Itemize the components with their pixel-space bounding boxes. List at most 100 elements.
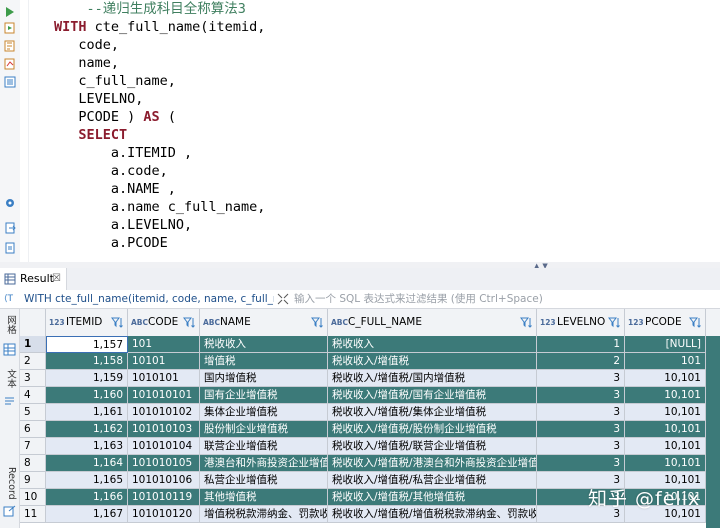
run-script-icon[interactable] [4,22,16,34]
record-view-icon[interactable] [3,505,16,518]
cell-itemid[interactable]: 1,162 [46,421,128,438]
load-plan-icon[interactable] [4,76,16,88]
side-tab-record[interactable]: Record [2,467,17,500]
cell-name[interactable]: 国有企业增值税 [200,387,328,404]
row-number[interactable]: 4 [20,387,46,404]
cell-full[interactable]: 税收收入/增值税/国有企业增值税 [328,387,537,404]
cell-level[interactable]: 3 [537,370,625,387]
row-number[interactable]: 9 [20,472,46,489]
cell-itemid[interactable]: 1,167 [46,506,128,523]
cell-name[interactable]: 其他增值税 [200,489,328,506]
cell-level[interactable]: 3 [537,404,625,421]
cell-pcode[interactable]: 10,101 [625,455,706,472]
cell-level[interactable]: 1 [537,336,625,353]
filter-sort-icon[interactable] [311,316,324,329]
cell-pcode[interactable]: 10,101 [625,438,706,455]
settings-gear-icon[interactable] [4,197,16,209]
column-header-name[interactable]: ABC NAME [200,309,328,336]
cell-itemid[interactable]: 1,165 [46,472,128,489]
cell-pcode[interactable]: [NULL] [625,336,706,353]
document-icon[interactable] [4,242,16,254]
cell-code[interactable]: 101010102 [128,404,200,421]
expand-filter-icon[interactable] [277,293,289,305]
cell-level[interactable]: 3 [537,387,625,404]
table-row[interactable]: 1 1,157 101 税收收入 税收收入 1 [NULL] [20,336,720,353]
row-number[interactable]: 1 [20,336,46,353]
cell-level[interactable]: 2 [537,353,625,370]
grid-scroll-area[interactable] [706,336,720,528]
cell-itemid[interactable]: 1,164 [46,455,128,472]
cell-pcode[interactable]: 10,101 [625,404,706,421]
text-view-icon[interactable] [3,395,16,408]
cell-full[interactable]: 税收收入/增值税/联营企业增值税 [328,438,537,455]
cell-name[interactable]: 私营企业增值税 [200,472,328,489]
cell-full[interactable]: 税收收入/增值税/私营企业增值税 [328,472,537,489]
column-header-itemid[interactable]: 123 ITEMID [46,309,128,336]
cell-code[interactable]: 101010106 [128,472,200,489]
cell-itemid[interactable]: 1,159 [46,370,128,387]
cell-code[interactable]: 101010104 [128,438,200,455]
tab-result[interactable]: Result ☒ [0,268,67,290]
cell-name[interactable]: 税收收入 [200,336,328,353]
row-number[interactable]: 7 [20,438,46,455]
export-icon[interactable] [4,222,16,234]
cell-level[interactable]: 3 [537,438,625,455]
cell-code[interactable]: 1010101 [128,370,200,387]
cell-full[interactable]: 税收收入/增值税/国内增值税 [328,370,537,387]
filter-sort-icon[interactable] [608,316,621,329]
cell-full[interactable]: 税收收入/增值税 [328,353,537,370]
cell-itemid[interactable]: 1,163 [46,438,128,455]
column-header-code[interactable]: ABC CODE [128,309,200,336]
cell-code[interactable]: 101 [128,336,200,353]
column-header-levelno[interactable]: 123 LEVELNO [537,309,625,336]
cell-code[interactable]: 101010101 [128,387,200,404]
cell-code[interactable]: 101010119 [128,489,200,506]
cell-itemid[interactable]: 1,160 [46,387,128,404]
filter-sort-icon[interactable] [183,316,196,329]
row-number[interactable]: 11 [20,506,46,523]
sql-editor[interactable]: --递归生成科目全称算法3 WITH cte_full_name(itemid, … [20,0,720,262]
cell-itemid[interactable]: 1,157 [46,336,128,353]
cell-pcode[interactable]: 10,101 [625,387,706,404]
row-number[interactable]: 10 [20,489,46,506]
cell-itemid[interactable]: 1,161 [46,404,128,421]
cell-itemid[interactable]: 1,158 [46,353,128,370]
column-header-pcode[interactable]: 123 PCODE [625,309,706,336]
side-tab-text[interactable]: 文本 [2,369,17,388]
table-row[interactable]: 8 1,164 101010105 港澳台和外商投资企业增值税 税收收入/增值税/港澳台… [20,455,720,472]
filter-input[interactable]: 输入一个 SQL 表达式来过滤结果 (使用 Ctrl+Space) [294,290,543,308]
cell-full[interactable]: 税收收入 [328,336,537,353]
filter-sort-icon[interactable] [111,316,124,329]
cell-full[interactable]: 税收收入/增值税/增值税税款滞纳金、罚款收入 [328,506,537,523]
cell-pcode[interactable]: 10,101 [625,421,706,438]
cell-name[interactable]: 联营企业增值税 [200,438,328,455]
row-number[interactable]: 6 [20,421,46,438]
cell-name[interactable]: 增值税税款滞纳金、罚款收入 [200,506,328,523]
table-row[interactable]: 7 1,163 101010104 联营企业增值税 税收收入/增值税/联营企业增值税 3 1… [20,438,720,455]
cell-code[interactable]: 10101 [128,353,200,370]
table-row[interactable]: 2 1,158 10101 增值税 税收收入/增值税 2 101 [20,353,720,370]
cell-full[interactable]: 税收收入/增值税/港澳台和外商投资企业增值税 [328,455,537,472]
row-number[interactable]: 8 [20,455,46,472]
cell-code[interactable]: 101010120 [128,506,200,523]
filter-sort-icon[interactable] [520,316,533,329]
cell-itemid[interactable]: 1,166 [46,489,128,506]
row-number[interactable]: 3 [20,370,46,387]
cell-name[interactable]: 股份制企业增值税 [200,421,328,438]
cell-name[interactable]: 集体企业增值税 [200,404,328,421]
cell-pcode[interactable]: 101 [625,353,706,370]
side-tab-grid[interactable]: 网格 [2,315,17,334]
tab-close-icon[interactable]: ☒ [52,268,61,290]
cell-code[interactable]: 101010105 [128,455,200,472]
cell-name[interactable]: 增值税 [200,353,328,370]
cell-level[interactable]: 3 [537,421,625,438]
table-row[interactable]: 5 1,161 101010102 集体企业增值税 税收收入/增值税/集体企业增值税 3 1… [20,404,720,421]
filter-sort-icon[interactable] [689,316,702,329]
execute-new-tab-icon[interactable] [4,40,16,52]
table-row[interactable]: 6 1,162 101010103 股份制企业增值税 税收收入/增值税/股份制企业增值税… [20,421,720,438]
cell-level[interactable]: 3 [537,455,625,472]
table-row[interactable]: 3 1,159 1010101 国内增值税 税收收入/增值税/国内增值税 3 10,101 [20,370,720,387]
run-statement-icon[interactable] [4,6,16,18]
cell-full[interactable]: 税收收入/增值税/股份制企业增值税 [328,421,537,438]
explain-plan-icon[interactable] [4,58,16,70]
